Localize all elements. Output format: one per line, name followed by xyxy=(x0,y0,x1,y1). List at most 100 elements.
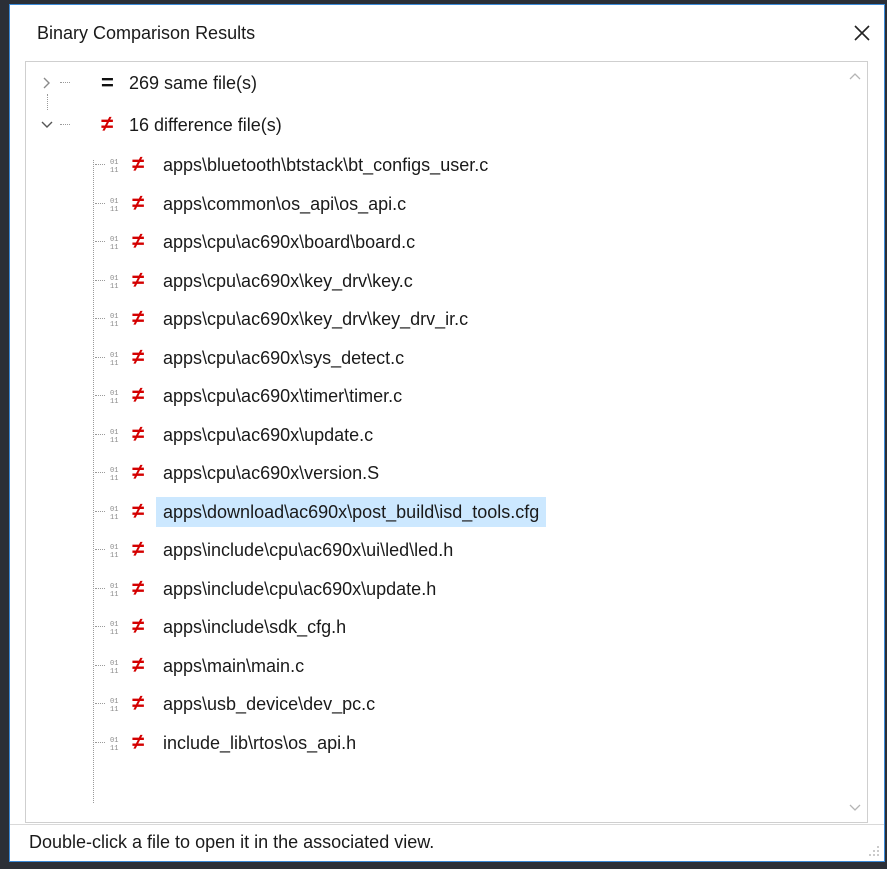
file-row[interactable]: 01 11 ≠ apps\usb_device\dev_pc.c xyxy=(26,687,826,721)
scroll-down-button[interactable] xyxy=(843,796,867,820)
file-row[interactable]: 01 11 ≠ include_lib\rtos\os_api.h xyxy=(26,726,826,760)
tree-connector xyxy=(95,241,105,242)
not-equal-icon: ≠ xyxy=(132,728,145,754)
file-row[interactable]: 01 11 ≠ apps\common\os_api\os_api.c xyxy=(26,187,826,221)
svg-text:11: 11 xyxy=(110,206,118,212)
file-path-label: apps\download\ac690x\post_build\isd_tool… xyxy=(156,496,547,527)
tree-connector xyxy=(95,433,105,435)
file-path-label: apps\include\cpu\ac690x\ui\led\led.h xyxy=(163,540,454,560)
svg-text:01: 01 xyxy=(110,621,118,629)
tree-node-same-files[interactable]: = 269 same file(s) xyxy=(26,66,526,100)
tree-connector xyxy=(95,741,105,743)
scroll-up-button[interactable] xyxy=(843,64,867,88)
svg-text:11: 11 xyxy=(110,668,118,674)
not-equal-icon: ≠ xyxy=(132,266,145,292)
file-row[interactable]: 01 11 ≠ apps\bluetooth\btstack\bt_configs_u… xyxy=(26,148,826,182)
svg-text:01: 01 xyxy=(110,544,118,552)
svg-text:11: 11 xyxy=(110,244,118,250)
binary-file-icon: 0111 xyxy=(110,506,118,520)
binary-file-icon: 0111 xyxy=(110,429,118,443)
tree-connector xyxy=(60,82,70,83)
tree-connector xyxy=(95,510,105,512)
binary-file-icon: 0111 xyxy=(110,544,118,558)
tree-connector xyxy=(95,472,105,473)
tree-content: = 269 same file(s) ≠ 16 difference file(… xyxy=(26,62,843,822)
svg-text:01: 01 xyxy=(110,698,118,706)
svg-text:11: 11 xyxy=(110,629,118,635)
svg-text:01: 01 xyxy=(110,198,118,206)
svg-text:01: 01 xyxy=(110,467,118,475)
binary-file-icon: 0111 xyxy=(110,583,118,597)
not-equal-icon: ≠ xyxy=(132,382,145,407)
tree-connector xyxy=(95,395,105,396)
equal-icon: = xyxy=(101,70,114,95)
binary-file-icon: 0111 xyxy=(110,275,118,289)
file-path-label: apps\cpu\ac690x\key_drv\key_drv_ir.c xyxy=(163,309,469,329)
not-equal-icon: ≠ xyxy=(132,459,145,484)
close-icon xyxy=(854,25,870,41)
svg-text:11: 11 xyxy=(110,514,118,520)
file-path-label: apps\usb_device\dev_pc.c xyxy=(163,694,376,714)
status-text: Double-click a file to open it in the as… xyxy=(29,832,435,852)
expand-chevron-right-icon[interactable] xyxy=(39,75,55,91)
tree-connector xyxy=(95,279,105,281)
not-equal-icon: ≠ xyxy=(132,305,145,330)
file-row[interactable]: 01 11 ≠ apps\cpu\ac690x\key_drv\key_drv_ir.… xyxy=(26,302,826,336)
tree-connector xyxy=(95,202,105,204)
binary-file-icon: 0111 xyxy=(110,236,118,250)
not-equal-icon: ≠ xyxy=(132,151,145,176)
file-row[interactable]: 01 11 ≠ apps\cpu\ac690x\sys_detect.c xyxy=(26,341,826,375)
file-path-label: apps\bluetooth\btstack\bt_configs_user.c xyxy=(163,155,489,175)
tree-connector xyxy=(47,94,48,110)
svg-text:01: 01 xyxy=(110,275,118,283)
binary-file-icon: 0111 xyxy=(110,698,118,712)
svg-text:11: 11 xyxy=(110,591,118,597)
file-path-label: apps\common\os_api\os_api.c xyxy=(163,193,407,214)
file-path-label: apps\cpu\ac690x\key_drv\key.c xyxy=(163,270,413,291)
file-row[interactable]: 01 11 ≠ apps\main\main.c xyxy=(26,649,826,683)
svg-text:11: 11 xyxy=(110,745,118,751)
status-bar: Double-click a file to open it in the as… xyxy=(10,824,884,861)
file-path-label: apps\include\cpu\ac690x\update.h xyxy=(163,578,437,599)
results-tree[interactable]: = 269 same file(s) ≠ 16 difference file(… xyxy=(25,61,868,823)
svg-text:11: 11 xyxy=(110,283,118,289)
file-row[interactable]: 01 11 ≠ apps\cpu\ac690x\key_drv\key.c xyxy=(26,264,826,298)
not-equal-icon: ≠ xyxy=(132,497,145,523)
title-bar[interactable]: Binary Comparison Results xyxy=(10,5,884,61)
file-row[interactable]: 01 11 ≠ apps\cpu\ac690x\update.c xyxy=(26,418,826,452)
collapse-chevron-down-icon[interactable] xyxy=(39,117,55,133)
resize-grip-icon[interactable] xyxy=(866,843,880,857)
file-path-label: apps\main\main.c xyxy=(163,655,305,676)
not-equal-icon: ≠ xyxy=(132,574,145,600)
close-button[interactable] xyxy=(846,17,878,49)
file-row[interactable]: 01 11 ≠ apps\include\cpu\ac690x\update.h xyxy=(26,572,826,606)
svg-text:01: 01 xyxy=(110,236,118,244)
svg-text:11: 11 xyxy=(110,321,118,327)
svg-text:01: 01 xyxy=(110,506,118,514)
binary-file-icon: 0111 xyxy=(110,737,118,751)
tree-connector xyxy=(95,587,105,589)
tree-connector xyxy=(95,626,105,627)
file-row[interactable]: 01 11 ≠ apps\cpu\ac690x\board\board.c xyxy=(26,225,826,259)
file-row[interactable]: 01 11 ≠ apps\cpu\ac690x\timer\timer.c xyxy=(26,379,826,413)
file-path-label: apps\cpu\ac690x\timer\timer.c xyxy=(163,386,403,406)
svg-text:01: 01 xyxy=(110,159,118,167)
svg-text:11: 11 xyxy=(110,437,118,443)
vertical-scrollbar[interactable] xyxy=(843,62,867,822)
binary-file-icon: 0111 xyxy=(110,390,118,404)
file-row[interactable]: 01 11 ≠ apps\cpu\ac690x\version.S xyxy=(26,456,826,490)
tree-connector xyxy=(95,664,105,666)
tree-connector xyxy=(95,549,105,550)
file-row[interactable]: 01 11 ≠ apps\include\cpu\ac690x\ui\led\led.… xyxy=(26,533,826,567)
not-equal-icon: ≠ xyxy=(132,189,145,215)
file-row[interactable]: 01 11 ≠ apps\download\ac690x\post_build\isd… xyxy=(26,495,826,529)
not-equal-icon: ≠ xyxy=(132,420,145,446)
same-files-label: 269 same file(s) xyxy=(129,73,258,93)
window-title: Binary Comparison Results xyxy=(37,23,256,43)
svg-text:01: 01 xyxy=(110,429,118,437)
binary-file-icon: 0111 xyxy=(110,467,118,481)
tree-node-difference-files[interactable]: ≠ 16 difference file(s) xyxy=(26,108,526,142)
not-equal-icon: ≠ xyxy=(101,111,114,136)
tree-connector xyxy=(60,124,70,125)
file-row[interactable]: 01 11 ≠ apps\include\sdk_cfg.h xyxy=(26,610,826,644)
